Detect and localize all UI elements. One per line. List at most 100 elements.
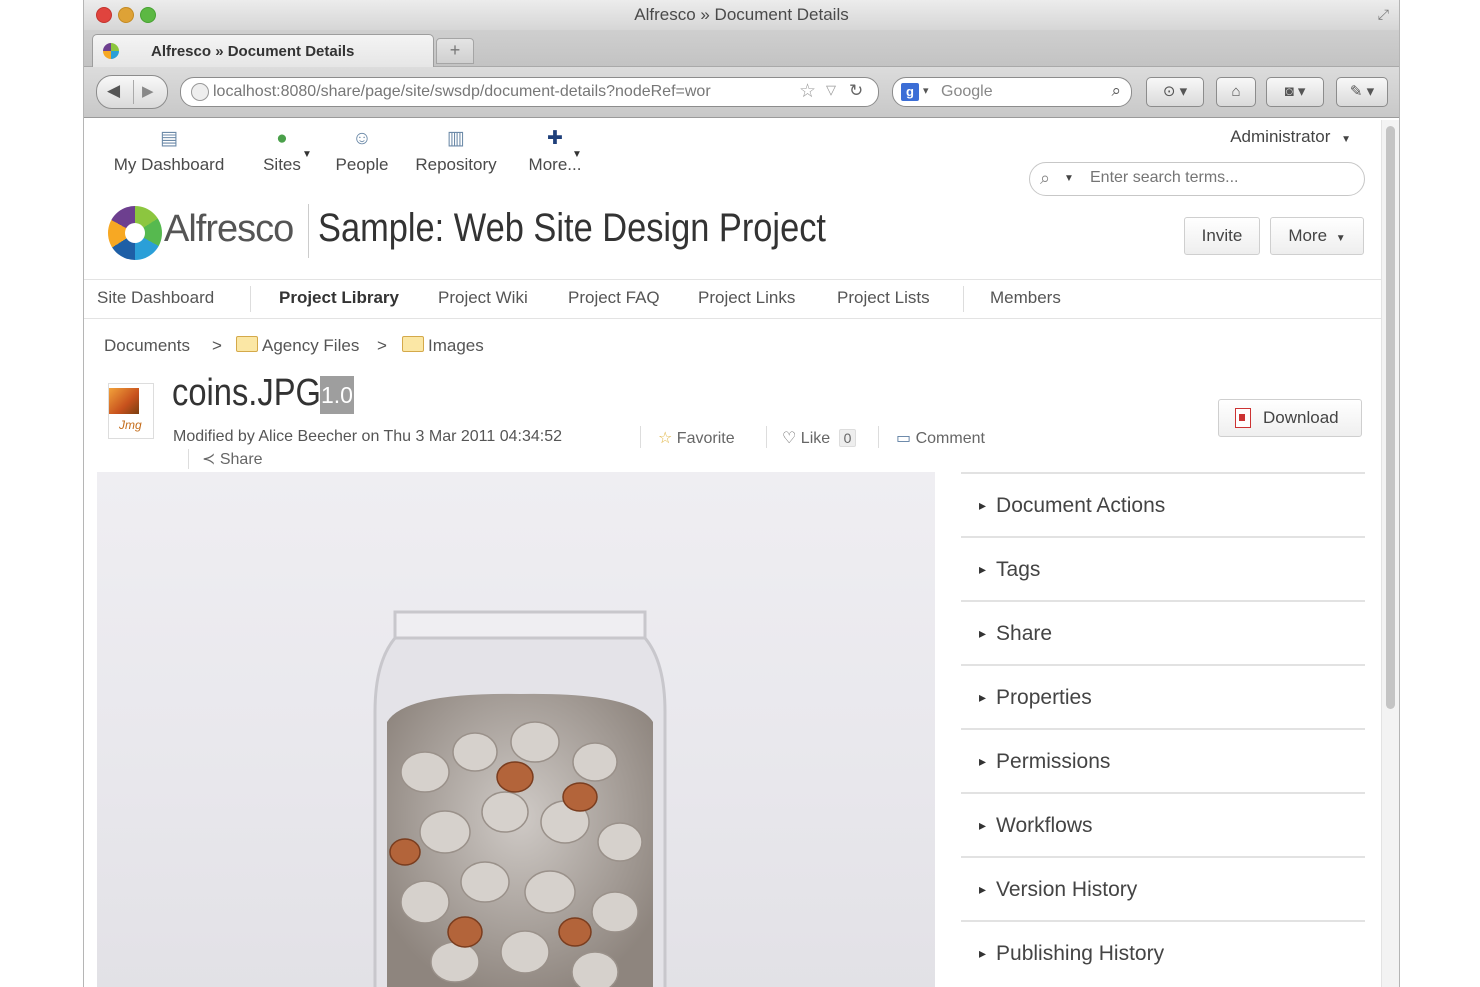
panel-publishing-history[interactable]: Publishing History [961,920,1365,984]
divider [766,426,767,448]
addon-icon: ⊙ ▾ [1162,83,1188,100]
file-extension-label: Jmg [119,418,142,432]
browser-tab[interactable]: Alfresco » Document Details [92,34,434,67]
app-search-box: ⌕ ▼ [1029,162,1365,196]
document-preview[interactable] [97,472,935,987]
tools-button[interactable]: ✎ ▾ [1336,77,1388,107]
panel-permissions[interactable]: Permissions [961,728,1365,792]
magnifier-icon[interactable]: ⌕ [1111,81,1121,101]
site-nav-members[interactable]: Members [990,288,1061,308]
alfresco-logo-icon[interactable] [108,206,162,260]
app-nav-people[interactable]: ☺ People [330,125,394,185]
panel-workflows[interactable]: Workflows [961,792,1365,856]
folder-icon [402,336,424,352]
search-options-caret-icon[interactable]: ▼ [1064,173,1074,184]
window-title: Alfresco » Document Details [634,5,849,24]
browser-window: Alfresco » Document Details ⤢ Alfresco »… [83,0,1400,987]
image-thumbnail-icon [109,388,139,414]
jpg-file-icon: Jmg [108,383,154,439]
user-menu[interactable]: Administrator ▼ [1230,127,1351,147]
user-menu-label: Administrator [1230,127,1331,146]
breadcrumb-documents[interactable]: Documents [104,336,190,356]
alfresco-favicon-icon [103,43,119,59]
panel-title: Publishing History [979,942,1164,966]
share-action[interactable]: ≺ Share [188,449,263,469]
star-icon: ☆ [658,430,673,447]
panel-properties[interactable]: Properties [961,664,1365,728]
addon-button[interactable]: ⊙ ▾ [1146,77,1204,107]
modified-info: Modified by Alice Beecher on Thu 3 Mar 2… [173,428,562,445]
tab-bar: Alfresco » Document Details + [84,30,1399,67]
panel-title: Tags [979,558,1040,582]
site-nav-dashboard[interactable]: Site Dashboard [97,288,214,308]
sites-caret-icon[interactable]: ▼ [302,149,312,160]
breadcrumb-separator: > [377,336,387,355]
invite-button[interactable]: Invite [1184,217,1260,255]
like-action[interactable]: ♡ Like 0 [782,428,857,448]
site-nav-project-links[interactable]: Project Links [698,288,795,308]
browser-search-box[interactable]: g ▾ Google ⌕ [892,77,1132,107]
site-title: Sample: Web Site Design Project [318,206,826,250]
favorite-action[interactable]: ☆ Favorite [658,428,735,448]
divider [133,80,134,104]
site-more-caret-icon: ▼ [1335,233,1346,244]
user-menu-caret-icon: ▼ [1341,134,1351,145]
divider [878,426,879,448]
site-nav-project-library[interactable]: Project Library [279,288,399,308]
app-nav-sites[interactable]: ● Sites ▼ [254,125,312,185]
engine-dropdown-icon[interactable]: ▾ [923,84,929,97]
panel-document-actions[interactable]: Document Actions [961,472,1365,536]
site-nav-project-wiki[interactable]: Project Wiki [438,288,528,308]
site-navigation: Site Dashboard Project Library Project W… [84,279,1381,319]
alfresco-logo-text[interactable]: Alfresco [164,208,294,251]
document-name: coins.JPG [172,372,321,414]
panel-title: Properties [979,686,1092,710]
app-nav-label: People [335,155,389,174]
app-nav-more[interactable]: ✚ More... ▼ [524,125,586,185]
download-button[interactable]: Download [1218,399,1362,437]
panel-tags[interactable]: Tags [961,536,1365,600]
home-button[interactable]: ⌂ [1216,77,1256,107]
forward-arrow-icon[interactable]: ▶ [142,82,154,100]
folder-icon [236,336,258,352]
breadcrumb-images[interactable]: Images [402,336,484,356]
scrollbar-thumb[interactable] [1386,126,1395,709]
app-nav-repository[interactable]: ▥ Repository [410,125,502,185]
divider [640,426,641,448]
panel-title: Workflows [979,814,1092,838]
app-nav-my-dashboard[interactable]: ▤ My Dashboard [106,125,232,185]
site-nav-project-faq[interactable]: Project FAQ [568,288,660,308]
address-bar[interactable]: localhost:8080/share/page/site/swsdp/doc… [180,77,879,107]
history-dropdown-icon[interactable]: ▽ [826,82,836,98]
breadcrumb-agency-files[interactable]: Agency Files [236,336,359,356]
breadcrumb-folder-label: Agency Files [262,336,360,355]
page-scrollbar[interactable] [1381,120,1399,987]
screenshot-button[interactable]: ◙ ▾ [1266,77,1324,107]
bookmark-star-icon[interactable]: ☆ [799,80,816,103]
back-forward-group: ◀ ▶ [96,75,168,109]
like-label: Like [800,430,831,447]
app-search-input[interactable] [1088,168,1352,188]
divider [308,204,309,258]
search-icon[interactable]: ⌕ [1040,168,1050,189]
divider [963,286,964,312]
home-icon: ⌂ [1231,83,1241,100]
fullscreen-icon[interactable]: ⤢ [1378,6,1389,23]
site-more-label: More [1288,226,1328,245]
panel-share[interactable]: Share [961,600,1365,664]
site-more-button[interactable]: More ▼ [1270,217,1364,255]
panel-version-history[interactable]: Version History [961,856,1365,920]
site-nav-project-lists[interactable]: Project Lists [837,288,930,308]
back-arrow-icon[interactable]: ◀ [107,81,120,101]
google-icon[interactable]: g [901,83,919,101]
comment-bubble-icon: ▭ [896,430,912,447]
comment-action[interactable]: ▭ Comment [896,428,985,448]
tab-title: Alfresco » Document Details [151,43,355,60]
panel-title: Version History [979,878,1137,902]
new-tab-button[interactable]: + [436,38,474,64]
reload-icon[interactable]: ↻ [849,81,863,101]
browser-search-placeholder[interactable]: Google [941,83,993,101]
more-caret-icon[interactable]: ▼ [572,149,582,160]
share-label: Share [219,451,263,468]
url-text[interactable]: localhost:8080/share/page/site/swsdp/doc… [213,83,788,101]
